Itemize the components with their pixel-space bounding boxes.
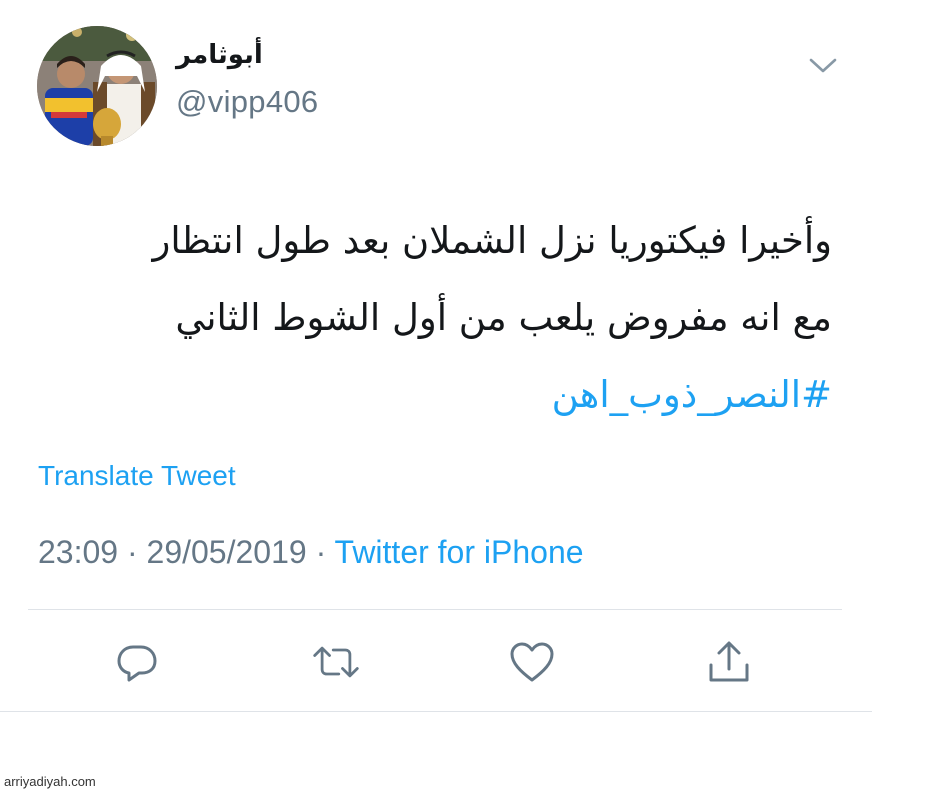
tweet-text-line: مع انه مفروض يلعب من أول الشوط الثاني xyxy=(175,296,832,339)
tweet-text-line: وأخيرا فيكتوريا نزل الشملان بعد طول انتظ… xyxy=(152,219,833,262)
tweet-text: وأخيرا فيكتوريا نزل الشملان بعد طول انتظ… xyxy=(52,202,833,433)
retweet-button[interactable] xyxy=(311,637,361,687)
translate-tweet-link[interactable]: Translate Tweet xyxy=(38,460,236,492)
share-button[interactable] xyxy=(704,637,754,687)
reply-icon xyxy=(117,645,157,682)
tweet-meta: 23:09 · 29/05/2019 · Twitter for iPhone xyxy=(38,534,584,571)
tweet-card: أبوثامر @vipp406 وأخيرا فيكتوريا نزل الش… xyxy=(0,0,950,791)
user-handle[interactable]: @vipp406 xyxy=(176,84,318,120)
share-icon xyxy=(709,641,749,682)
avatar[interactable] xyxy=(37,26,157,146)
divider xyxy=(0,711,872,712)
like-button[interactable] xyxy=(507,637,557,687)
tweet-source-link[interactable]: Twitter for iPhone xyxy=(335,534,584,570)
avatar-photo xyxy=(37,26,157,146)
reply-button[interactable] xyxy=(112,637,162,687)
meta-separator: · xyxy=(118,534,147,570)
watermark: arriyadiyah.com xyxy=(4,774,96,789)
divider xyxy=(28,609,842,610)
hashtag-link[interactable]: #النصر_ذوب_اهن xyxy=(52,356,832,433)
tweet-date: 29/05/2019 xyxy=(146,534,307,570)
like-icon xyxy=(510,642,554,682)
tweet-time: 23:09 xyxy=(38,534,119,570)
display-name[interactable]: أبوثامر xyxy=(176,40,263,70)
retweet-icon xyxy=(313,646,359,678)
meta-separator: · xyxy=(306,534,335,570)
chevron-down-icon[interactable] xyxy=(806,52,840,78)
tweet-actions xyxy=(0,637,950,687)
